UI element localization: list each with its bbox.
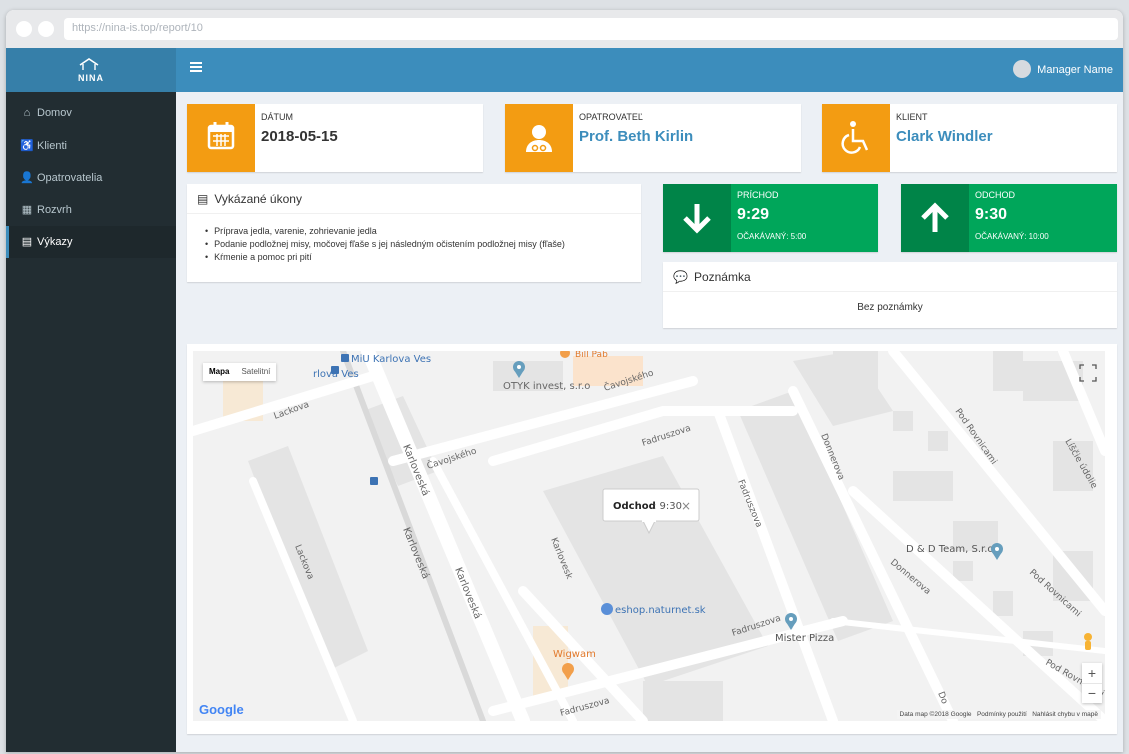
user-name: Manager Name — [1037, 63, 1113, 76]
popup-time: : 9:30 — [653, 501, 682, 512]
date-label: DÁTUM — [261, 112, 293, 122]
calendar-icon — [187, 104, 255, 172]
map-label-miu: MiU Karlova Ves — [351, 354, 431, 365]
wheelchair-icon: ♿ — [20, 140, 34, 152]
zoom-in-button[interactable]: + — [1082, 663, 1102, 683]
main-content: DÁTUM 2018-05-15 OPATROVATEĽ Prof. Beth … — [176, 92, 1123, 752]
tasks-box: ▤ Vykázané úkony Príprava jedla, varenie,… — [187, 184, 641, 282]
logo[interactable]: NINA — [6, 48, 176, 92]
caregiver-info-box: OPATROVATEĽ Prof. Beth Kirlin — [505, 104, 801, 172]
house-logo-icon — [79, 58, 99, 70]
user-menu[interactable]: Manager Name — [1013, 60, 1113, 79]
list-item: Podanie podložnej misy, močovej fľaše s … — [205, 238, 641, 251]
map-label-otyk: OTYK invest, s.r.o — [503, 381, 590, 392]
browser-window: https://nina-is.top/report/10 NINA ⌂ Domo… — [6, 10, 1123, 752]
address-bar[interactable]: https://nina-is.top/report/10 — [64, 18, 1118, 40]
arrival-box: PRÍCHOD 9:29 OČAKÁVANÝ: 5:00 — [663, 184, 878, 252]
close-icon[interactable]: × — [681, 499, 691, 513]
sidebar-item-domov[interactable]: ⌂ Domov — [6, 98, 176, 130]
sidebar-item-label: Klienti — [37, 140, 67, 152]
map-canvas[interactable]: rlova Ves MiU Karlova Ves Bill Pab OTYK … — [193, 351, 1105, 721]
id-card-icon: ▤ — [197, 192, 209, 206]
window-button-minimize[interactable] — [38, 21, 54, 37]
map-label-eshop: eshop.naturnet.sk — [615, 605, 706, 616]
sidebar-item-label: Výkazy — [37, 236, 73, 248]
map-label-dd-team: D & D Team, S.r.o — [906, 544, 994, 555]
note-header: 💬 Poznámka — [663, 262, 1117, 292]
bus-stop-icon[interactable] — [370, 477, 378, 485]
popup-title: Odchod — [613, 501, 656, 512]
sidebar-item-label: Opatrovatelia — [37, 172, 103, 184]
map-label-mister-pizza: Mister Pizza — [775, 633, 834, 644]
calendar-icon: ▦ — [21, 204, 33, 216]
departure-expected: OČAKÁVANÝ: 10:00 — [975, 232, 1049, 241]
tasks-title: Vykázané úkony — [214, 192, 302, 206]
sidebar-item-label: Domov — [37, 107, 72, 119]
id-card-icon: ▤ — [21, 236, 33, 248]
tasks-list: Príprava jedla, varenie, zohrievanie jed… — [187, 214, 641, 264]
client-name[interactable]: Clark Windler — [896, 128, 993, 145]
map-type-control: Mapa Satelitní — [203, 363, 277, 381]
map-type-map-button[interactable]: Mapa — [203, 363, 235, 381]
zoom-control: + − — [1082, 663, 1102, 703]
client-label: KLIENT — [896, 112, 928, 122]
zoom-out-button[interactable]: − — [1082, 683, 1102, 703]
caregiver-label: OPATROVATEĽ — [579, 112, 643, 122]
avatar — [1013, 60, 1032, 78]
date-value: 2018-05-15 — [261, 128, 338, 145]
map-label-bill-pab: Bill Pab — [575, 351, 608, 360]
note-box: 💬 Poznámka Bez poznámky — [663, 262, 1117, 328]
sidebar-item-klienti[interactable]: ♿ Klienti — [6, 130, 176, 162]
list-item: Kŕmenie a pomoc pri pití — [205, 251, 641, 264]
sidebar-item-opatrovatelia[interactable]: 👤 Opatrovatelia — [6, 162, 176, 194]
list-item: Príprava jedla, varenie, zohrievanie jed… — [205, 225, 641, 238]
sidebar-item-vykazy[interactable]: ▤ Výkazy — [6, 226, 176, 258]
date-info-box: DÁTUM 2018-05-15 — [187, 104, 483, 172]
sidebar-item-label: Rozvrh — [37, 204, 72, 216]
top-navbar: Manager Name — [176, 48, 1123, 92]
arrow-down-icon — [663, 184, 731, 252]
note-text: Bez poznámky — [857, 302, 923, 313]
arrival-expected: OČAKÁVANÝ: 5:00 — [737, 232, 807, 241]
browser-chrome: https://nina-is.top/report/10 — [6, 10, 1123, 48]
shopping-bag-icon[interactable] — [601, 603, 613, 615]
comment-icon: 💬 — [673, 270, 688, 284]
sidebar: NINA ⌂ Domov ♿ Klienti 👤 Opatrovatelia ▦ Roz… — [6, 48, 176, 752]
map[interactable]: rlova Ves MiU Karlova Ves Bill Pab OTYK … — [193, 351, 1105, 721]
users-icon: 👤 — [20, 172, 34, 184]
client-info-box: KLIENT Clark Windler — [822, 104, 1117, 172]
google-logo[interactable]: Google — [199, 702, 244, 717]
map-type-satellite-button[interactable]: Satelitní — [235, 363, 276, 381]
user-nurse-icon — [505, 104, 573, 172]
tasks-header: ▤ Vykázané úkony — [187, 184, 641, 214]
departure-box: ODCHOD 9:30 OČAKÁVANÝ: 10:00 — [901, 184, 1117, 252]
logo-text: NINA — [78, 73, 104, 83]
map-attribution[interactable]: Data map ©2018 Google Podmínky použití N… — [896, 710, 1101, 719]
menu-toggle-icon[interactable] — [190, 62, 202, 72]
departure-label: ODCHOD — [975, 190, 1015, 200]
arrival-time: 9:29 — [737, 206, 770, 223]
departure-time: 9:30 — [975, 206, 1008, 223]
map-label-wigwam: Wigwam — [553, 649, 596, 660]
window-button-close[interactable] — [16, 21, 32, 37]
caregiver-name[interactable]: Prof. Beth Kirlin — [579, 128, 693, 145]
sidebar-item-rozvrh[interactable]: ▦ Rozvrh — [6, 194, 176, 226]
arrival-label: PRÍCHOD — [737, 190, 779, 200]
map-box: rlova Ves MiU Karlova Ves Bill Pab OTYK … — [187, 344, 1117, 734]
home-icon: ⌂ — [23, 107, 31, 119]
wheelchair-icon — [822, 104, 890, 172]
arrow-up-icon — [901, 184, 969, 252]
note-title: Poznámka — [693, 270, 751, 284]
